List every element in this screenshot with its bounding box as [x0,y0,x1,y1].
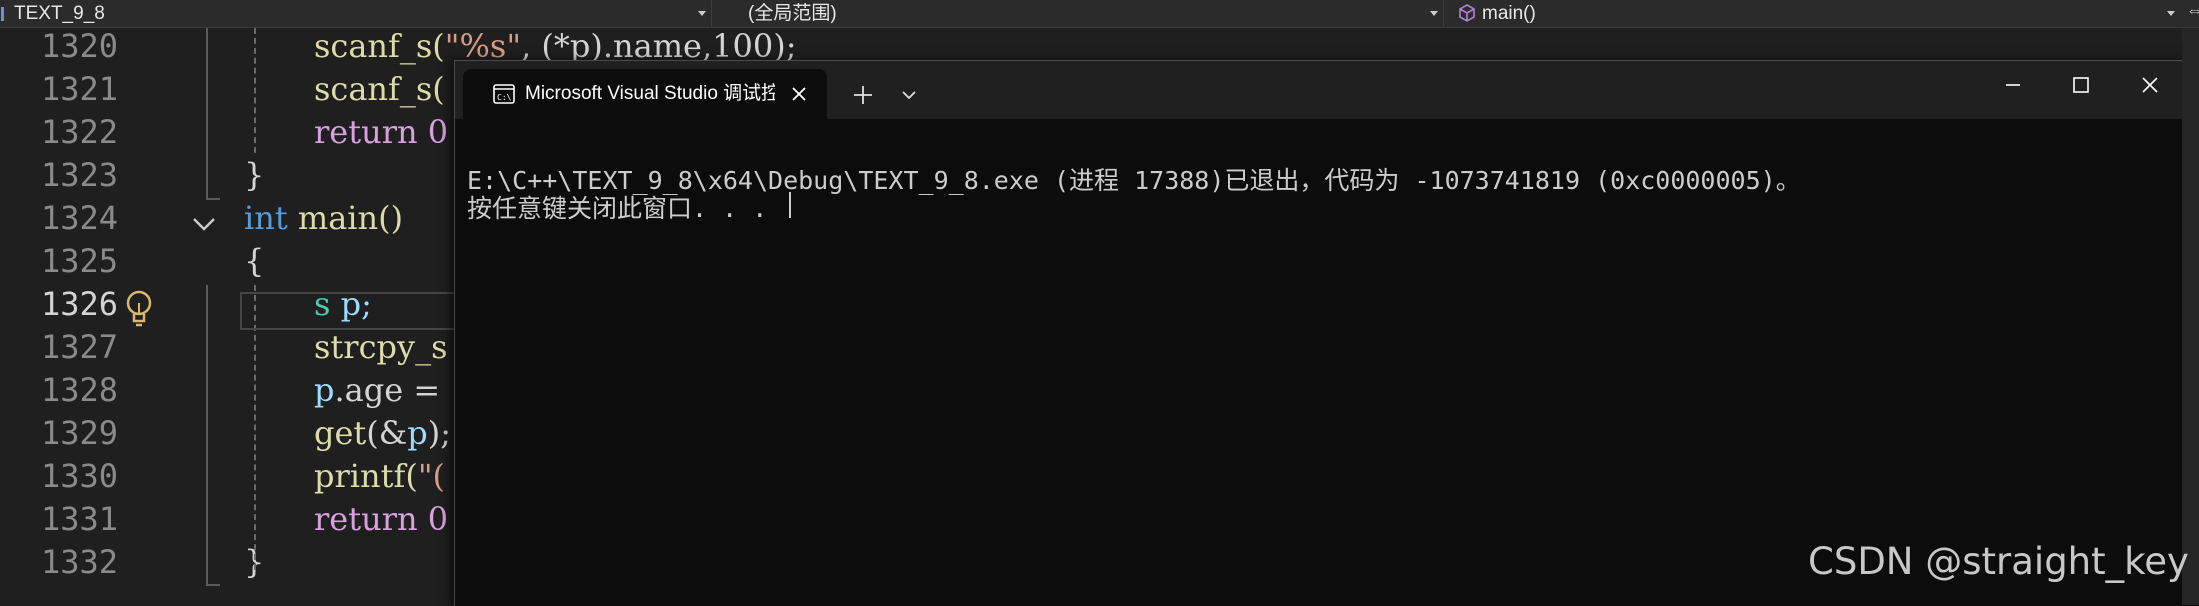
code-token: "( [417,457,446,495]
text-cursor [789,192,791,218]
navigation-bar: TEXT_9_8 (全局范围) main() ⇔ [0,0,2199,28]
maximize-icon[interactable] [2071,75,2091,95]
code-text: scanf_s( [314,68,445,111]
code-token: } [244,156,265,194]
line-number: 1328 [40,371,118,409]
chevron-down-icon [2167,11,2175,16]
code-token: (& [366,414,408,452]
code-line[interactable]: 1331 return 0 [0,498,460,541]
code-token: printf( [314,457,418,495]
scope-dropdown[interactable]: (全局范围) [718,0,1444,27]
indent-guide [206,285,208,585]
project-label: TEXT_9_8 [14,3,105,24]
code-text: get(&p); [314,412,451,455]
code-line[interactable]: 1322 return 0 [0,111,460,154]
code-line[interactable]: 1325 { [0,240,460,283]
line-number: 1324 [40,199,118,237]
lightbulb-icon[interactable] [124,290,154,330]
line-number: 1326 [40,285,118,323]
split-icon[interactable]: ⇔ [2186,0,2199,21]
indent-guide [206,28,208,198]
code-token: scanf_s( [314,70,445,108]
code-text: int main() [244,197,403,240]
new-tab-icon[interactable] [853,85,873,105]
tab-title: Microsoft Visual Studio 调试控制台 [525,83,775,104]
code-text: p.age = [314,369,450,412]
code-token: main() [287,199,404,237]
code-line[interactable]: 1329 get(&p); [0,412,460,455]
code-line[interactable]: 1327 strcpy_s [0,326,460,369]
code-text: { [244,240,264,283]
code-token: ); [427,414,451,452]
current-line-highlight [240,292,480,330]
code-line[interactable]: 1321 scanf_s( [0,68,460,111]
collapse-chevron-icon[interactable] [192,216,216,232]
line-number: 1329 [40,414,118,452]
console-output-prompt: 按任意键关闭此窗口. . . [467,194,768,223]
indent-guide [254,28,256,153]
code-line[interactable]: 1330 printf("( [0,455,460,498]
dropdown-icon[interactable] [901,89,917,101]
code-token: scanf_s( [314,27,445,65]
code-line[interactable]: 1323} [0,154,460,197]
line-number: 1322 [40,113,118,151]
chevron-down-icon [698,11,706,16]
code-line[interactable]: 1320 scanf_s("%s", (*p).name,100); [0,25,797,68]
svg-text:C:\: C:\ [497,93,512,102]
code-token: int [244,199,288,237]
line-number: 1332 [40,543,118,581]
indent-guide [206,584,220,586]
line-number: 1325 [40,242,118,280]
vertical-scrollbar[interactable] [2182,28,2199,605]
line-number: 1327 [40,328,118,366]
line-number: 1323 [40,156,118,194]
code-token: { [244,242,265,280]
code-line[interactable]: 1328 p.age = [0,369,460,412]
function-label: main() [1482,3,1536,24]
close-window-icon[interactable] [2140,75,2160,95]
code-text: return 0 [314,111,448,154]
debug-console-window[interactable]: C:\ Microsoft Visual Studio 调试控制台 E:\C++… [454,60,2199,606]
code-text: } [244,154,264,197]
line-number: 1331 [40,500,118,538]
code-token: p [314,371,335,409]
function-dropdown[interactable]: main() [1450,0,2182,27]
code-line[interactable]: 1332} [0,541,460,584]
code-text: return 0 [314,498,448,541]
project-icon [1,7,4,21]
code-token: .age = [334,371,451,409]
minimize-icon[interactable] [2003,75,2023,95]
title-bar: C:\ Microsoft Visual Studio 调试控制台 [455,61,2199,119]
close-tab-icon[interactable] [791,86,807,102]
cube-icon [1459,4,1475,22]
tab-debug-console[interactable]: C:\ Microsoft Visual Studio 调试控制台 [463,69,827,119]
chevron-down-icon [1430,11,1438,16]
scope-label: (全局范围) [748,3,837,24]
code-text: printf("( [314,455,445,498]
code-line[interactable]: 1324 int main() [0,197,460,240]
code-token: return 0 [314,113,449,151]
code-token: p [407,414,428,452]
terminal-icon: C:\ [493,84,515,104]
code-text: strcpy_s [314,326,447,369]
watermark: CSDN @straight_key [1808,540,2189,583]
project-dropdown[interactable]: TEXT_9_8 [0,0,712,27]
code-token: get [314,414,367,452]
code-token: return 0 [314,500,449,538]
line-number: 1321 [40,70,118,108]
line-number: 1330 [40,457,118,495]
code-token: strcpy_s [314,328,448,366]
line-number: 1320 [40,27,118,65]
indent-guide [206,198,220,200]
